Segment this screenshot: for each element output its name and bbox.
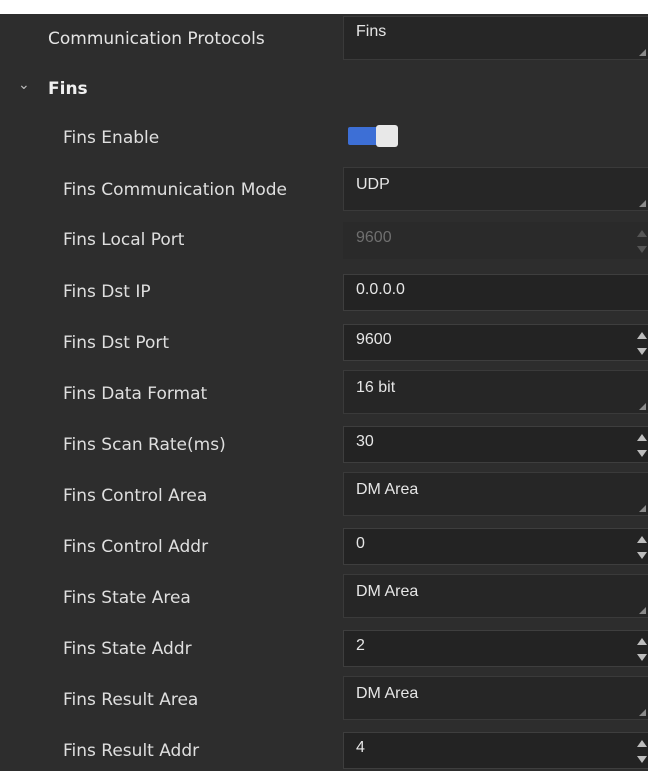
- spin-buttons[interactable]: [636, 635, 647, 663]
- spin-buttons: [636, 227, 647, 255]
- spin-down-icon: [637, 246, 647, 253]
- fins-control-addr-label: Fins Control Addr: [63, 537, 209, 557]
- spin-up-icon[interactable]: [637, 434, 647, 441]
- spin-down-icon[interactable]: [637, 756, 647, 763]
- resize-grip-icon: [639, 607, 646, 614]
- spin-buttons[interactable]: [636, 329, 647, 357]
- spin-up-icon[interactable]: [637, 740, 647, 747]
- fins-local-port-value: 9600: [356, 229, 392, 246]
- fins-result-area-label: Fins Result Area: [63, 690, 199, 710]
- resize-grip-icon: [639, 200, 646, 207]
- spin-buttons[interactable]: [636, 737, 647, 765]
- communication-protocols-select[interactable]: Fins: [343, 16, 648, 60]
- fins-enable-toggle[interactable]: [348, 125, 398, 147]
- fins-result-area-value: DM Area: [356, 685, 419, 702]
- spin-up-icon[interactable]: [637, 638, 647, 645]
- fins-result-addr-input[interactable]: 4: [343, 732, 648, 769]
- fins-data-format-value: 16 bit: [356, 379, 396, 396]
- fins-control-area-value: DM Area: [356, 481, 419, 498]
- fins-dst-ip-value: 0.0.0.0: [356, 281, 405, 298]
- fins-result-addr-label: Fins Result Addr: [63, 741, 200, 761]
- fins-local-port-label: Fins Local Port: [63, 230, 185, 250]
- communication-protocols-value: Fins: [356, 23, 387, 40]
- spin-down-icon[interactable]: [637, 450, 647, 457]
- resize-grip-icon: [639, 709, 646, 716]
- fins-state-area-value: DM Area: [356, 583, 419, 600]
- spin-up-icon: [637, 230, 647, 237]
- spin-up-icon[interactable]: [637, 332, 647, 339]
- fins-data-format-select[interactable]: 16 bit: [343, 370, 648, 414]
- fins-dst-port-input[interactable]: 9600: [343, 324, 648, 361]
- spin-down-icon[interactable]: [637, 348, 647, 355]
- fins-result-area-select[interactable]: DM Area: [343, 676, 648, 720]
- fins-local-port-input: 9600: [343, 222, 648, 259]
- fins-group-label: Fins: [48, 79, 88, 99]
- spin-buttons[interactable]: [636, 431, 647, 459]
- spin-buttons[interactable]: [636, 533, 647, 561]
- fins-data-format-label: Fins Data Format: [63, 384, 208, 404]
- spin-up-icon[interactable]: [637, 536, 647, 543]
- fins-communication-mode-select[interactable]: UDP: [343, 167, 648, 211]
- fins-state-addr-value: 2: [356, 637, 365, 654]
- spin-down-icon[interactable]: [637, 552, 647, 559]
- fins-control-addr-input[interactable]: 0: [343, 528, 648, 565]
- fins-scan-rate-label: Fins Scan Rate(ms): [63, 435, 226, 455]
- resize-grip-icon: [639, 505, 646, 512]
- fins-state-area-select[interactable]: DM Area: [343, 574, 648, 618]
- fins-state-area-label: Fins State Area: [63, 588, 191, 608]
- communication-protocols-label: Communication Protocols: [48, 29, 265, 49]
- fins-dst-ip-label: Fins Dst IP: [63, 282, 151, 302]
- fins-scan-rate-input[interactable]: 30: [343, 426, 648, 463]
- fins-dst-port-label: Fins Dst Port: [63, 333, 170, 353]
- chevron-down-icon: ⌄: [18, 77, 30, 93]
- fins-communication-mode-label: Fins Communication Mode: [63, 180, 288, 200]
- fins-control-area-select[interactable]: DM Area: [343, 472, 648, 516]
- fins-enable-label: Fins Enable: [63, 128, 160, 148]
- toggle-knob: [376, 125, 398, 147]
- properties-panel: Communication Protocols Fins ⌄ Fins Fins…: [0, 0, 648, 771]
- resize-grip-icon: [639, 49, 646, 56]
- spin-down-icon[interactable]: [637, 654, 647, 661]
- fins-control-area-label: Fins Control Area: [63, 486, 208, 506]
- resize-grip-icon: [639, 403, 646, 410]
- top-band: [0, 0, 648, 14]
- fins-state-addr-label: Fins State Addr: [63, 639, 192, 659]
- fins-result-addr-value: 4: [356, 739, 365, 756]
- fins-dst-ip-input[interactable]: 0.0.0.0: [343, 274, 648, 311]
- fins-dst-port-value: 9600: [356, 331, 392, 348]
- fins-group-header[interactable]: ⌄ Fins: [0, 70, 648, 108]
- fins-communication-mode-value: UDP: [356, 176, 390, 193]
- fins-control-addr-value: 0: [356, 535, 365, 552]
- fins-state-addr-input[interactable]: 2: [343, 630, 648, 667]
- fins-scan-rate-value: 30: [356, 433, 374, 450]
